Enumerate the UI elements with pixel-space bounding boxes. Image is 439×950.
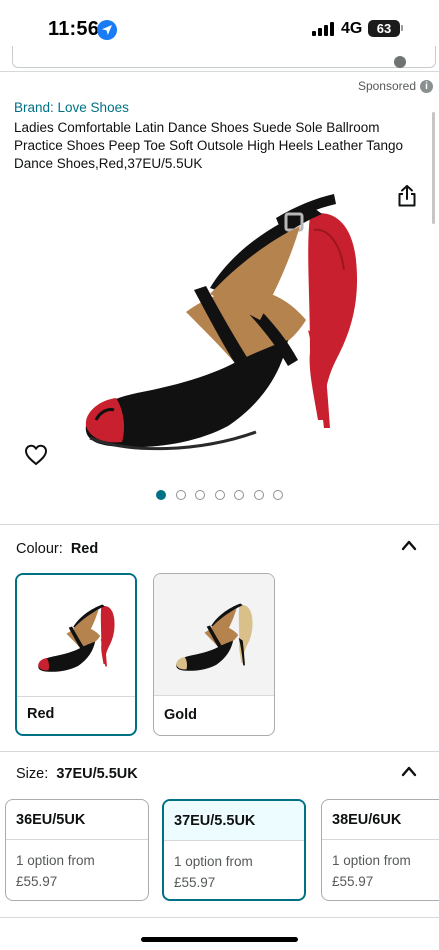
carousel-dot[interactable] — [156, 490, 166, 500]
colour-label: Colour: — [16, 541, 63, 557]
carousel-dot[interactable] — [214, 490, 225, 500]
divider — [0, 524, 439, 525]
battery-icon: 63 — [368, 20, 400, 37]
size-option-38eu[interactable]: 38EU/6UK 1 option from £55.97 — [321, 799, 439, 901]
colour-swatch-red[interactable]: Red — [15, 573, 137, 736]
colour-swatch-gold[interactable]: Gold — [153, 573, 275, 736]
sponsored-text: Sponsored — [357, 79, 416, 93]
divider — [0, 751, 439, 752]
size-name: 36EU/5UK — [6, 800, 148, 840]
colour-header[interactable]: Colour: Red — [16, 541, 98, 557]
carousel-dot[interactable] — [253, 490, 264, 500]
size-availability: 1 option from — [332, 853, 411, 868]
carousel-dot[interactable] — [195, 490, 205, 500]
divider — [0, 917, 439, 918]
size-availability: 1 option from — [16, 853, 95, 868]
product-title: Ladies Comfortable Latin Dance Shoes Sue… — [14, 120, 403, 171]
shoe-thumbnail-gold — [176, 603, 253, 671]
location-arrow-icon — [97, 20, 117, 40]
size-header[interactable]: Size: 37EU/5.5UK — [16, 766, 138, 782]
carousel-dot[interactable] — [234, 490, 244, 500]
size-option-36eu[interactable]: 36EU/5UK 1 option from £55.97 — [5, 799, 149, 901]
camera-icon[interactable] — [394, 56, 406, 68]
size-availability: 1 option from — [174, 854, 253, 869]
home-indicator[interactable] — [141, 937, 298, 942]
size-option-37eu[interactable]: 37EU/5.5UK 1 option from £55.97 — [162, 799, 306, 901]
size-price: £55.97 — [16, 874, 58, 889]
brand-link[interactable]: Brand: Love Shoes — [14, 100, 129, 115]
scrollbar[interactable] — [432, 112, 435, 224]
colour-selected: Red — [70, 541, 99, 557]
size-label: Size: — [16, 766, 49, 782]
colour-thumb-gold — [154, 574, 274, 696]
product-image[interactable] — [60, 170, 380, 470]
size-price: £55.97 — [174, 875, 216, 890]
battery-cap — [401, 25, 403, 31]
colour-thumb-red — [17, 575, 135, 697]
heart-icon[interactable] — [24, 444, 48, 466]
size-name: 38EU/6UK — [322, 800, 439, 840]
carousel-dot[interactable] — [273, 490, 283, 500]
info-icon[interactable]: i — [420, 79, 433, 93]
carousel-dot[interactable] — [175, 490, 186, 500]
size-name: 37EU/5.5UK — [164, 801, 304, 841]
network-type: 4G — [341, 20, 363, 37]
status-time: 11:56 — [48, 18, 100, 40]
share-icon[interactable] — [396, 184, 418, 208]
sponsored-label[interactable]: Sponsored i — [358, 79, 433, 93]
image-carousel-dots[interactable] — [0, 490, 439, 502]
search-bar-remnant — [0, 46, 439, 72]
shoe-thumbnail-red — [38, 604, 115, 672]
chevron-up-icon[interactable] — [401, 765, 417, 777]
chevron-up-icon[interactable] — [401, 539, 417, 551]
signal-icon — [312, 22, 336, 36]
size-price: £55.97 — [332, 874, 374, 889]
colour-name-red: Red — [27, 706, 55, 722]
colour-name-gold: Gold — [164, 707, 198, 723]
size-selected: 37EU/5.5UK — [56, 766, 138, 782]
search-bar-edge[interactable] — [12, 46, 436, 68]
